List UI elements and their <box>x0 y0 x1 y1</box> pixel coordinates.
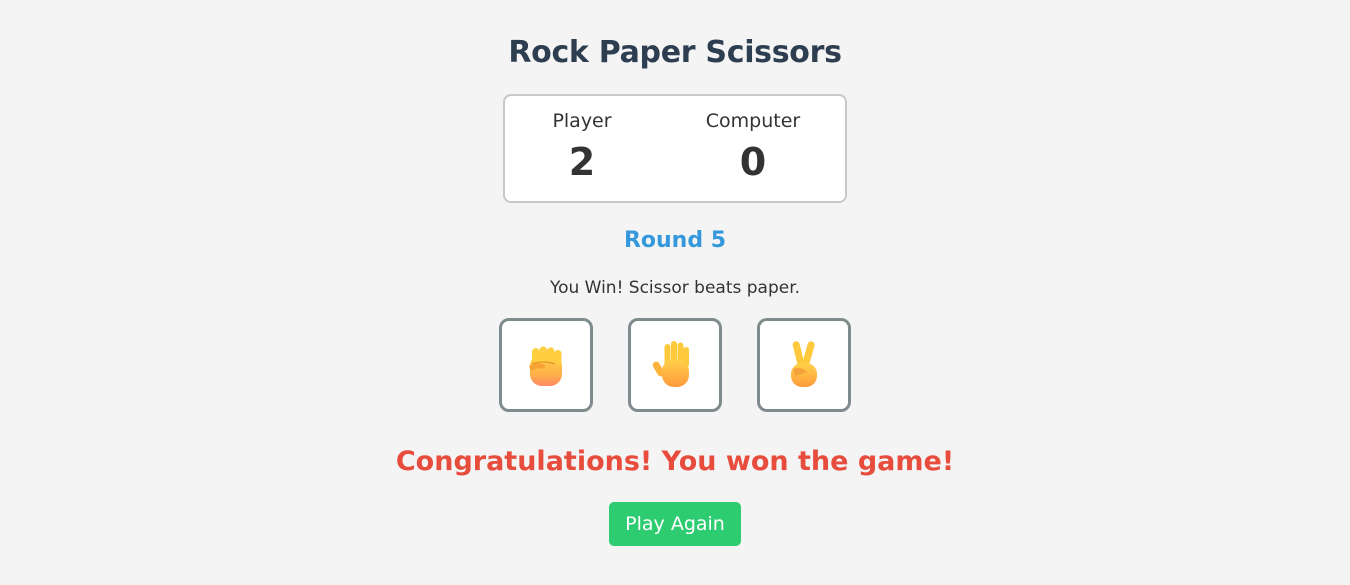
game-app: Rock Paper Scissors Player 2 Computer 0 … <box>0 0 1350 585</box>
computer-score-panel: Computer 0 <box>678 96 828 184</box>
rock-button[interactable] <box>499 318 593 412</box>
round-result: You Win! Scissor beats paper. <box>549 278 801 298</box>
computer-score: 0 <box>739 140 767 184</box>
player-label: Player <box>552 110 612 132</box>
computer-label: Computer <box>705 110 801 132</box>
paper-button[interactable] <box>628 318 722 412</box>
scissors-button[interactable] <box>757 318 851 412</box>
raised-fist-icon <box>523 340 569 390</box>
victory-hand-icon <box>781 339 827 391</box>
raised-hand-icon <box>652 339 698 391</box>
final-message: Congratulations! You won the game! <box>395 446 955 477</box>
scoreboard: Player 2 Computer 0 <box>503 94 847 203</box>
play-again-button[interactable]: Play Again <box>609 502 741 546</box>
page-title: Rock Paper Scissors <box>508 35 842 70</box>
round-indicator: Round 5 <box>623 228 727 253</box>
player-score-panel: Player 2 <box>507 96 657 184</box>
player-score: 2 <box>568 140 596 184</box>
